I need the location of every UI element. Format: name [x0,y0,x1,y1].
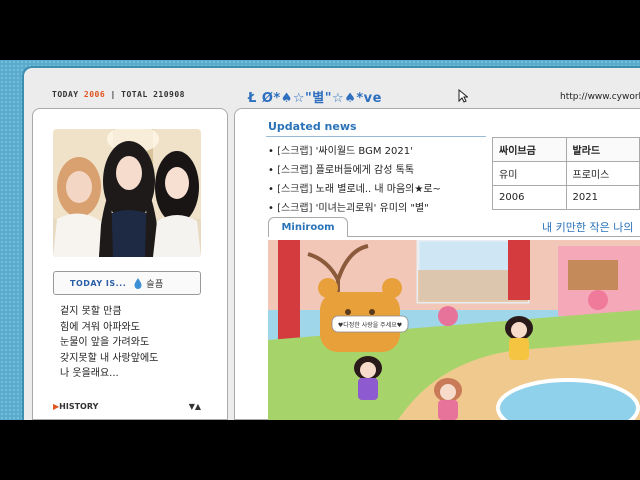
news-text: '싸이월드 BGM 2021' [315,146,413,157]
diary-line: 나 웃을래요... [60,368,119,379]
news-text: '미녀는괴로워' 유미의 "별" [315,203,429,214]
news-item[interactable]: • [스크랩] '싸이월드 BGM 2021' [268,142,441,161]
table-cell: 싸이브금 [492,137,567,162]
total-label: TOTAL [121,90,148,99]
profile-photo-image [53,129,201,257]
news-divider [266,136,486,137]
total-count: 210908 [153,90,185,99]
today-mood-box: TODAY IS... 슬픔 [53,271,201,295]
table-row: 유미 프로미스 [492,161,640,186]
news-category: [스크랩] [277,203,313,214]
homepage-url[interactable]: http://www.cyworld [560,92,640,102]
news-category: [스크랩] [277,165,313,176]
news-item[interactable]: • [스크랩] 플로버들에게 감성 톡톡 [268,161,441,180]
news-list: • [스크랩] '싸이월드 BGM 2021' • [스크랩] 플로버들에게 감… [268,142,441,218]
visitor-counter: TODAY 2006 | TOTAL 210908 [52,90,185,99]
updated-news-title: Updated news [268,120,357,133]
today-count: 2006 [83,90,106,99]
speech-bubble-text: ♥다정한 사랑을 주세요♥ [338,321,402,329]
miniroom-illustration: ♥다정한 사랑을 주세요♥ [268,240,640,420]
table-row: 싸이브금 발라드 [492,137,640,162]
miniroom-scene[interactable]: ♥다정한 사랑을 주세요♥ [268,240,640,420]
diary-line: 눈물이 앞을 가려와도 [60,337,150,348]
news-item[interactable]: • [스크랩] '미녀는괴로워' 유미의 "별" [268,199,441,218]
homepage-title: Ł Ø*♠☆"별"☆♠*ve [248,91,382,106]
news-item[interactable]: • [스크랩] 노래 별로네.. 내 마음의★로~ [268,180,441,199]
table-cell: 프로미스 [565,161,640,186]
mood-text: 슬픔 [146,279,164,290]
miniroom-caption: 내 키만한 작은 나의 [542,221,634,234]
news-category: [스크랩] [277,146,313,157]
diary-line: 겉지 못할 만큼 [60,306,122,317]
profile-diary: 겉지 못할 만큼 힘에 겨워 아파와도 눈물이 앞을 가려와도 갖지못할 내 사… [60,304,158,382]
table-cell: 유미 [492,161,567,186]
tab-miniroom[interactable]: Miniroom [268,217,348,237]
mouse-cursor-icon [458,89,468,103]
profile-photo[interactable] [53,129,201,257]
table-cell: 2021 [565,185,640,210]
news-text: 플로버들에게 감성 톡톡 [315,165,415,176]
table-cell: 발라드 [565,137,640,162]
counter-separator: | [110,90,116,99]
today-is-label: TODAY IS... [70,278,127,288]
letterbox-bottom [0,420,640,480]
today-label: TODAY [52,90,79,99]
news-category: [스크랩] [277,184,313,195]
table-cell: 2006 [492,185,567,210]
history-bar[interactable]: ▶HISTORY ▼▲ [53,402,201,411]
diary-line: 힘에 겨워 아파와도 [60,321,140,333]
news-text: 노래 별로네.. 내 마음의★로~ [315,184,441,195]
diary-line: 갖지못할 내 사랑앞에도 [60,352,159,364]
tab-divider [348,236,640,237]
history-label: HISTORY [59,402,99,411]
info-table: 싸이브금 발라드 유미 프로미스 2006 2021 [492,137,640,210]
table-row: 2006 2021 [492,185,640,210]
water-drop-icon [134,277,142,289]
letterbox-top [0,0,640,60]
history-toggle-icon[interactable]: ▼▲ [189,402,201,411]
